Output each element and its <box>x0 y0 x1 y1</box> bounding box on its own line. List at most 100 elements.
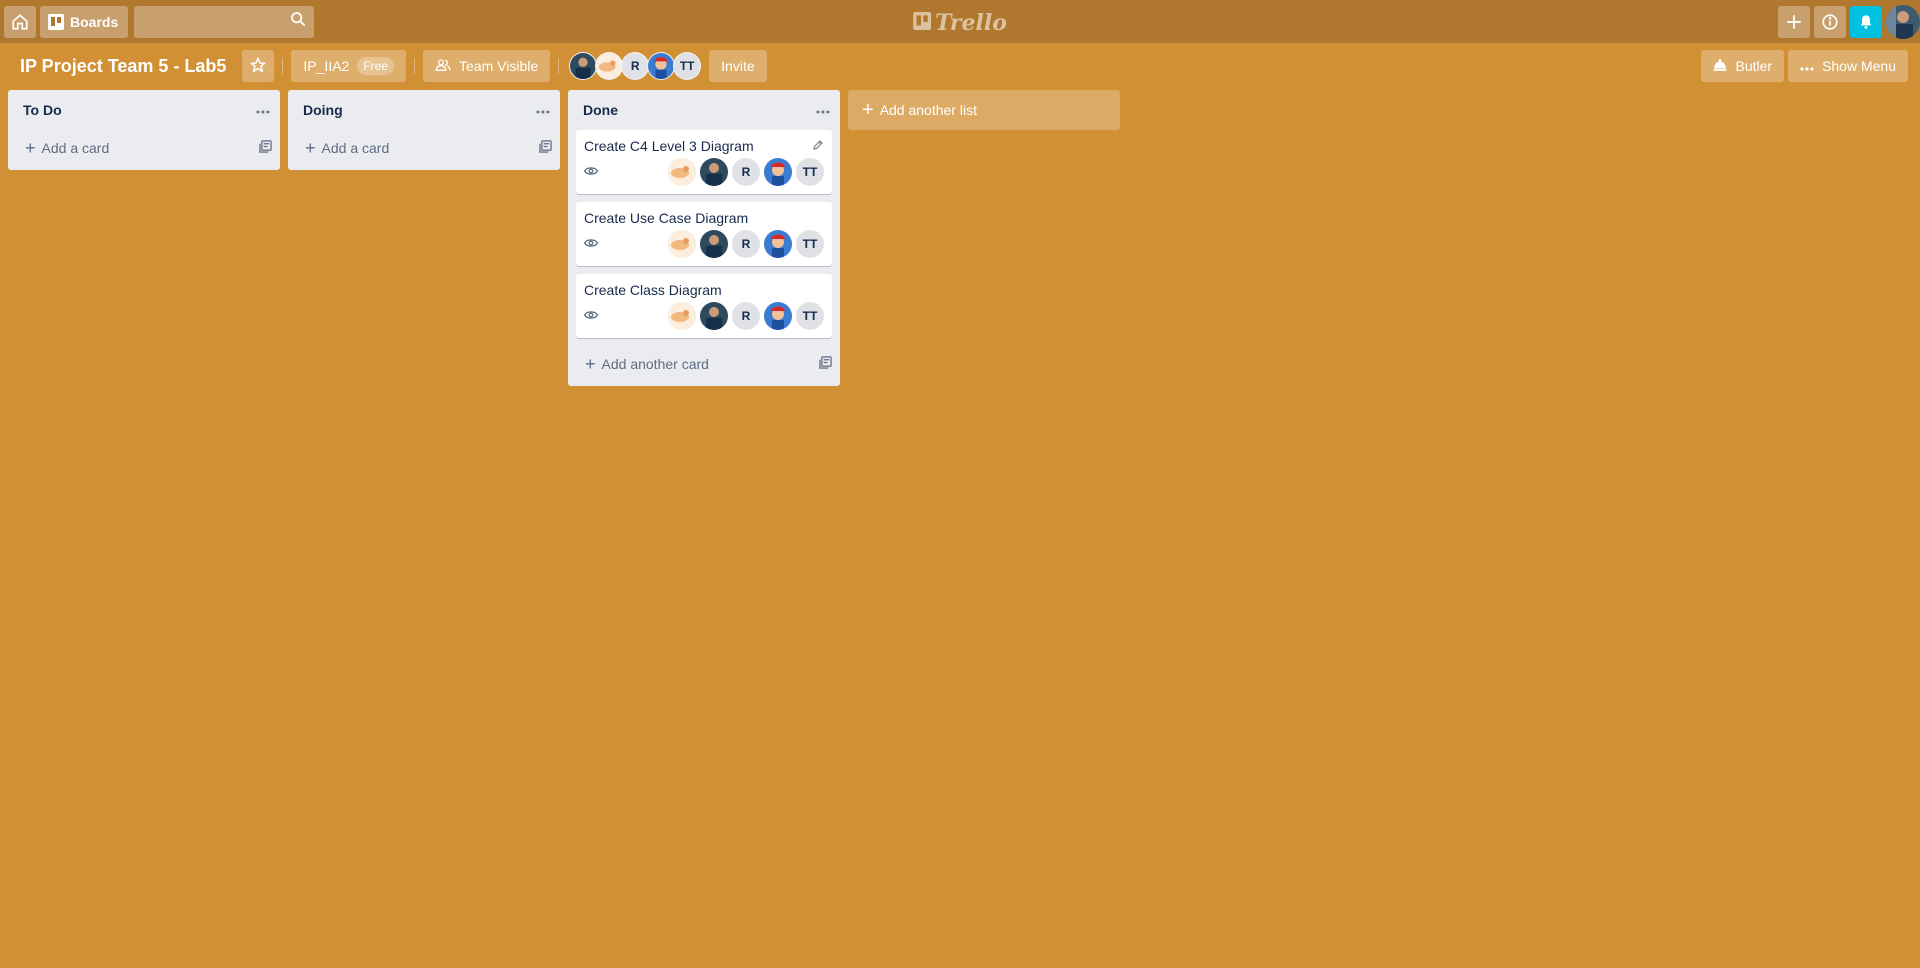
divider <box>558 58 560 74</box>
butler-label: Butler <box>1735 58 1773 74</box>
trello-logo-icon <box>913 10 932 36</box>
list-to-do: To Do + Add a card <box>8 90 280 170</box>
member-avatar-initials[interactable]: R <box>621 52 650 80</box>
plus-icon: + <box>862 99 874 121</box>
add-card-button[interactable]: + Add a card <box>288 130 560 166</box>
member-avatar[interactable] <box>764 158 792 186</box>
add-list-button[interactable]: + Add another list <box>848 90 1120 130</box>
more-icon <box>256 110 270 114</box>
member-avatar[interactable] <box>668 302 696 330</box>
member-avatar-initials[interactable]: R <box>732 158 760 186</box>
pencil-icon[interactable] <box>812 138 824 156</box>
visibility-button[interactable]: Team Visible <box>423 50 551 82</box>
eye-icon <box>583 163 599 181</box>
more-icon <box>1800 58 1822 74</box>
card-badges: R TT <box>583 230 824 258</box>
butler-button[interactable]: Butler <box>1701 50 1785 82</box>
board-canvas: To Do + Add a card Doing + Add a card Do… <box>8 90 1120 386</box>
card-members: R TT <box>664 230 824 258</box>
user-avatar[interactable] <box>1886 5 1920 39</box>
search-box[interactable] <box>134 5 315 38</box>
member-avatar[interactable] <box>700 302 728 330</box>
divider <box>282 58 284 74</box>
boards-button[interactable]: Boards <box>40 5 129 38</box>
list-menu-button[interactable] <box>536 101 550 119</box>
member-avatar[interactable] <box>668 158 696 186</box>
eye-icon <box>583 235 599 253</box>
butler-icon <box>1713 58 1735 75</box>
add-card-composer: + Add another card <box>585 355 709 373</box>
search-input[interactable] <box>134 13 291 30</box>
add-card-composer: + Add a card <box>25 139 109 157</box>
card-members: R TT <box>664 302 824 330</box>
show-menu-button[interactable]: Show Menu <box>1788 50 1908 82</box>
notifications-button[interactable] <box>1850 6 1882 38</box>
team-name: IP_IIA2 <box>303 58 350 74</box>
list-header: To Do <box>8 90 280 130</box>
add-card-button[interactable]: + Add another card <box>568 346 840 382</box>
bell-icon <box>1858 13 1874 31</box>
star-board-button[interactable] <box>242 50 275 82</box>
add-card-label: Add a card <box>41 140 110 156</box>
list-header: Doing <box>288 90 560 130</box>
home-button[interactable] <box>4 5 36 38</box>
add-card-composer: + Add a card <box>305 139 389 157</box>
card-badges: R TT <box>583 158 824 186</box>
plus-icon: + <box>585 354 596 374</box>
add-card-label: Add a card <box>321 140 390 156</box>
card-template-icon[interactable] <box>539 140 552 156</box>
team-button[interactable]: IP_IIA2 Free <box>291 50 407 82</box>
info-button[interactable] <box>1814 6 1846 38</box>
member-avatar-initials[interactable]: R <box>732 230 760 258</box>
card-template-icon[interactable] <box>819 356 832 372</box>
trello-logo[interactable]: Trello <box>913 10 1007 36</box>
plan-badge: Free <box>357 57 395 75</box>
info-icon <box>1821 13 1839 31</box>
divider <box>414 58 416 74</box>
add-list-label: Add another list <box>879 102 977 118</box>
member-avatar-initials[interactable]: TT <box>796 230 824 258</box>
member-avatar[interactable] <box>700 230 728 258</box>
member-avatar-initials[interactable]: R <box>732 302 760 330</box>
plus-icon: + <box>305 138 316 158</box>
board-members: R TT <box>567 52 702 80</box>
home-icon <box>11 13 29 31</box>
visibility-label: Team Visible <box>459 58 539 74</box>
list-title[interactable]: To Do <box>23 102 62 118</box>
list-menu-button[interactable] <box>816 101 830 119</box>
more-icon <box>816 110 830 114</box>
member-avatar[interactable] <box>764 230 792 258</box>
member-avatar[interactable] <box>569 52 598 80</box>
team-icon <box>435 58 459 75</box>
card-template-icon[interactable] <box>259 140 272 156</box>
add-card-label: Add another card <box>601 356 709 372</box>
trello-logo-text: Trello <box>935 10 1007 36</box>
list-done: Done Create C4 Level 3 Diagram R TT Crea… <box>568 90 840 386</box>
member-avatar-initials[interactable]: TT <box>673 52 702 80</box>
member-avatar[interactable] <box>595 52 624 80</box>
member-avatar[interactable] <box>668 230 696 258</box>
card-badges: R TT <box>583 302 824 330</box>
card-members: R TT <box>664 158 824 186</box>
show-menu-label: Show Menu <box>1822 58 1896 74</box>
member-avatar[interactable] <box>700 158 728 186</box>
board-title[interactable]: IP Project Team 5 - Lab5 <box>20 56 226 77</box>
boards-label: Boards <box>70 13 119 30</box>
member-avatar[interactable] <box>764 302 792 330</box>
member-avatar-initials[interactable]: TT <box>796 158 824 186</box>
member-avatar[interactable] <box>647 52 676 80</box>
search-icon[interactable] <box>290 11 306 32</box>
list-title[interactable]: Done <box>583 102 618 118</box>
plus-icon <box>1785 13 1803 31</box>
list-title[interactable]: Doing <box>303 102 343 118</box>
card[interactable]: Create Class Diagram R TT <box>576 274 832 338</box>
card[interactable]: Create C4 Level 3 Diagram R TT <box>576 130 832 194</box>
card[interactable]: Create Use Case Diagram R TT <box>576 202 832 266</box>
member-avatar-initials[interactable]: TT <box>796 302 824 330</box>
list-menu-button[interactable] <box>256 101 270 119</box>
star-icon <box>250 57 266 76</box>
add-card-button[interactable]: + Add a card <box>8 130 280 166</box>
header-actions <box>1778 5 1920 39</box>
invite-button[interactable]: Invite <box>709 50 767 82</box>
create-button[interactable] <box>1778 6 1810 38</box>
